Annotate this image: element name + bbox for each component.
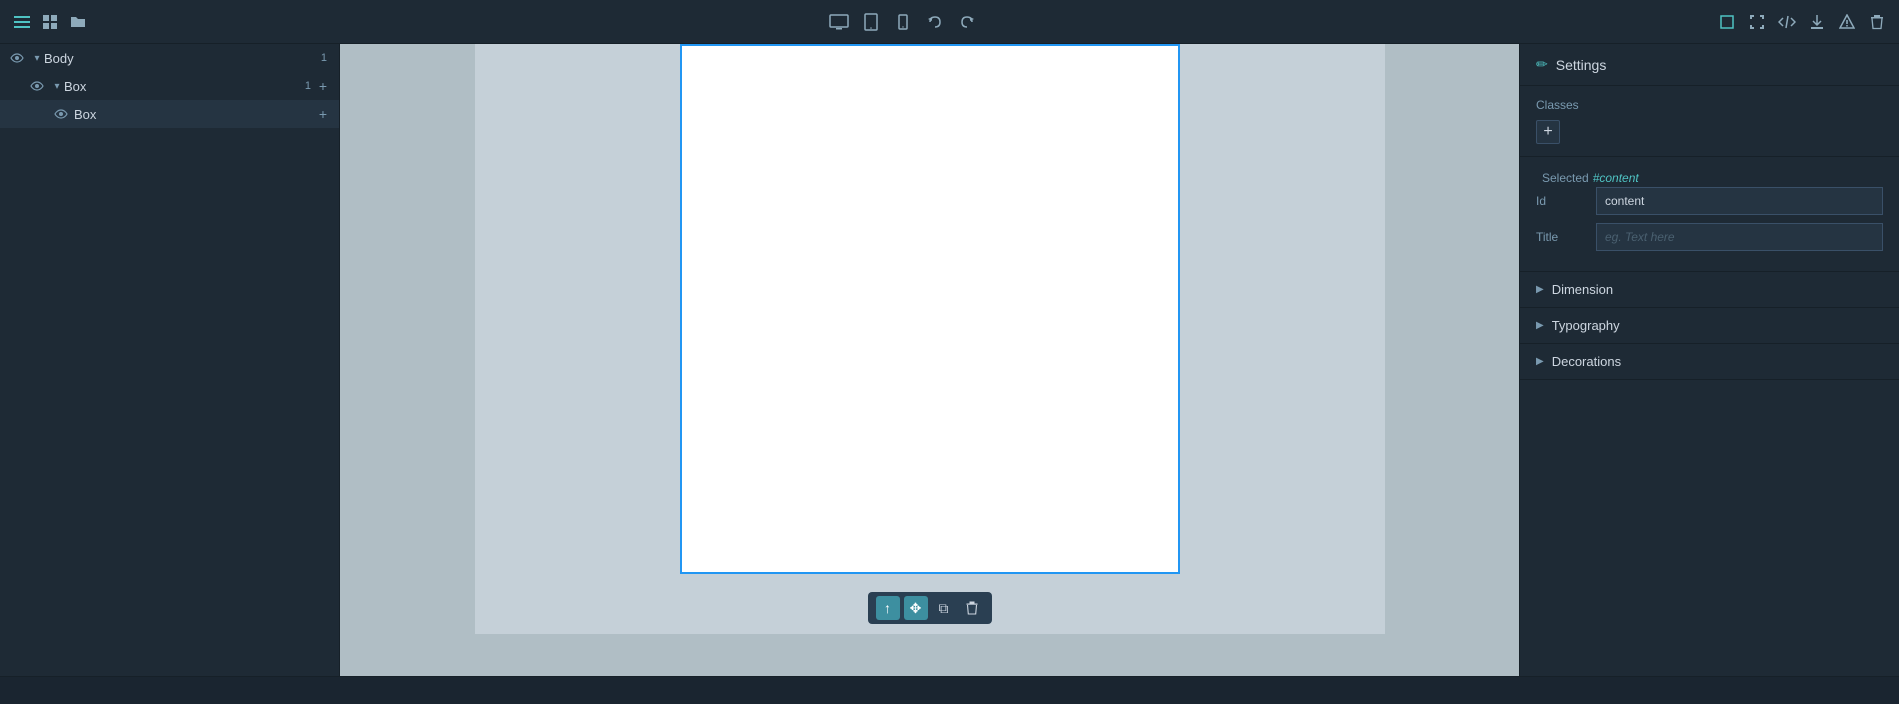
settings-header: ✏ Settings: [1520, 44, 1899, 86]
layer-box-2[interactable]: Box +: [0, 100, 339, 128]
tablet-icon[interactable]: [861, 12, 881, 32]
eye-icon-box2[interactable]: [52, 105, 70, 123]
eye-icon-box1[interactable]: [28, 77, 46, 95]
left-panel: ▾ Body 1 ▾ Box 1 + B: [0, 44, 340, 676]
classes-add-button[interactable]: +: [1536, 120, 1560, 144]
right-panel: ✏ Settings Classes + Selected #content I…: [1519, 44, 1899, 676]
add-icon-box1[interactable]: +: [315, 78, 331, 94]
settings-pencil-icon: ✏: [1536, 56, 1548, 73]
layer-body[interactable]: ▾ Body 1: [0, 44, 339, 72]
folder-icon[interactable]: [68, 12, 88, 32]
accordion-decorations[interactable]: ▶ Decorations: [1520, 344, 1899, 380]
accordion-decorations-label: Decorations: [1552, 354, 1621, 369]
selected-section: Selected #content Id Title: [1520, 157, 1899, 272]
canvas-area[interactable]: ↑ ✥ ⧉: [340, 44, 1519, 676]
canvas-float-toolbar: ↑ ✥ ⧉: [868, 592, 992, 624]
id-label: Id: [1536, 194, 1596, 208]
layer-box2-label: Box: [74, 107, 315, 122]
float-up-button[interactable]: ↑: [876, 596, 900, 620]
title-label: Title: [1536, 230, 1596, 244]
selected-id: #content: [1593, 171, 1639, 185]
toolbar-right: [1717, 12, 1887, 32]
canvas-page[interactable]: [680, 44, 1180, 574]
float-copy-button[interactable]: ⧉: [932, 596, 956, 620]
id-field-row: Id: [1536, 187, 1883, 215]
add-icon-box2[interactable]: +: [315, 106, 331, 122]
accordion-arrow-dimension: ▶: [1536, 284, 1544, 295]
arrow-icon-box1: ▾: [50, 79, 64, 93]
eye-icon-body[interactable]: [8, 49, 26, 67]
delete-icon[interactable]: [1867, 12, 1887, 32]
accordion-dimension-label: Dimension: [1552, 282, 1613, 297]
title-field-row: Title: [1536, 223, 1883, 251]
settings-title: Settings: [1556, 57, 1607, 73]
mobile-icon[interactable]: [893, 12, 913, 32]
selected-label: Selected: [1542, 171, 1589, 185]
desktop-icon[interactable]: [829, 12, 849, 32]
layer-body-count: 1: [321, 52, 327, 64]
accordion-arrow-typography: ▶: [1536, 320, 1544, 331]
menu-icon[interactable]: [12, 12, 32, 32]
classes-label: Classes: [1536, 98, 1883, 112]
selected-badge: Selected #content: [1536, 169, 1645, 187]
accordion-arrow-decorations: ▶: [1536, 356, 1544, 367]
toolbar-left: [12, 12, 88, 32]
redo-icon[interactable]: [957, 12, 977, 32]
float-move-button[interactable]: ✥: [904, 596, 928, 620]
main-area: ▾ Body 1 ▾ Box 1 + B: [0, 44, 1899, 676]
accordion-typography[interactable]: ▶ Typography: [1520, 308, 1899, 344]
undo-icon[interactable]: [925, 12, 945, 32]
warning-icon[interactable]: [1837, 12, 1857, 32]
layer-box1-label: Box: [64, 79, 305, 94]
classes-section: Classes +: [1520, 86, 1899, 157]
fullscreen-icon[interactable]: [1747, 12, 1767, 32]
arrow-icon-body: ▾: [30, 51, 44, 65]
layer-box1-count: 1: [305, 80, 311, 92]
float-delete-button[interactable]: [960, 596, 984, 620]
id-input[interactable]: [1596, 187, 1883, 215]
grid-icon[interactable]: [40, 12, 60, 32]
code-icon[interactable]: [1777, 12, 1797, 32]
layer-box-1[interactable]: ▾ Box 1 +: [0, 72, 339, 100]
bottom-bar: [0, 676, 1899, 704]
layer-body-label: Body: [44, 51, 321, 66]
download-icon[interactable]: [1807, 12, 1827, 32]
canvas-outer: ↑ ✥ ⧉: [475, 44, 1385, 634]
top-toolbar: [0, 0, 1899, 44]
accordion-dimension[interactable]: ▶ Dimension: [1520, 272, 1899, 308]
toolbar-center: [829, 12, 977, 32]
box-outline-icon[interactable]: [1717, 12, 1737, 32]
title-input[interactable]: [1596, 223, 1883, 251]
accordion-typography-label: Typography: [1552, 318, 1620, 333]
